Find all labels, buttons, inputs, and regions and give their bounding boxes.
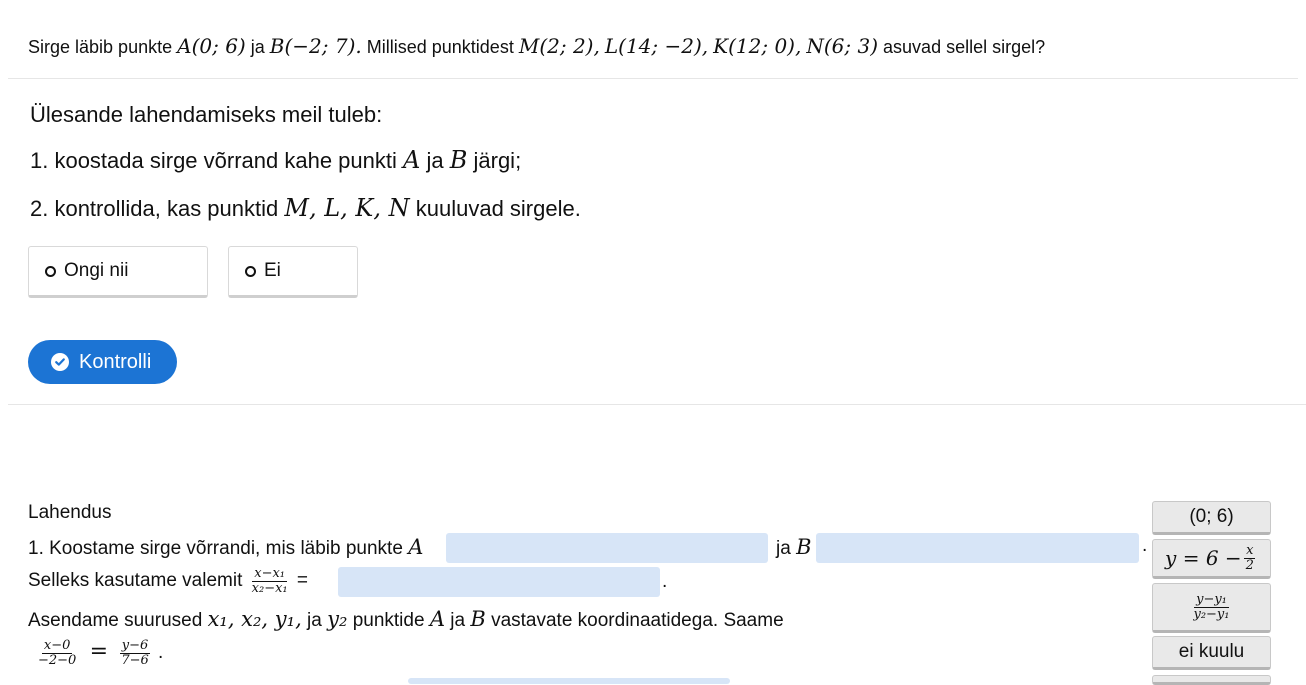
option-ongi-nii[interactable]: Ongi nii <box>28 246 208 298</box>
line3-ja2: ja <box>450 610 466 631</box>
chip-fraction: y−y₁ y₂−y₁ <box>1191 593 1231 621</box>
line3-suffix: vastavate koordinaatidega. Saame <box>491 610 784 631</box>
step1-a: A <box>403 146 421 174</box>
formula-fraction: x−x₁ x₂−x₁ <box>250 567 290 595</box>
solution-line-4: x−0 −2−0 = y−6 7−6 . <box>34 639 163 667</box>
point-n: N(6; 3) <box>806 34 879 58</box>
blank-next[interactable] <box>408 678 730 684</box>
intro-heading: Ülesande lahendamiseks meil tuleb: <box>30 102 383 127</box>
line4-end: . <box>158 642 164 664</box>
line3-middle: punktide <box>352 610 425 631</box>
fraction-denominator: 7−6 <box>121 652 149 668</box>
question-panel: Sirge läbib punkte A(0; 6) ja B(−2; 7). … <box>8 8 1298 79</box>
step2-prefix: 2. kontrollida, kas punktid <box>30 196 279 221</box>
chip-label: y = 6 − <box>1165 546 1242 570</box>
point-m: M(2; 2), <box>518 34 600 58</box>
line2-prefix: Selleks kasutame valemit <box>28 570 243 592</box>
answer-chip-ei-kuulu[interactable]: ei kuulu <box>1152 636 1271 670</box>
fraction-x: x−0 −2−0 <box>36 639 78 667</box>
question-prefix: Sirge läbib punkte <box>28 37 173 57</box>
solution-title: Lahendus <box>28 502 112 523</box>
point-l: L(14; −2), <box>604 34 709 58</box>
line1-ja: ja <box>776 538 791 559</box>
checkmark-icon <box>51 353 69 371</box>
intro-panel: Ülesande lahendamiseks meil tuleb: 1. ko… <box>8 80 1306 405</box>
step1-ja: ja <box>426 148 444 173</box>
line3-a: A <box>429 607 445 631</box>
answer-chip-hidden[interactable] <box>1152 675 1271 685</box>
radio-icon <box>245 265 256 277</box>
question-suffix: asuvad sellel sirgel? <box>883 37 1046 57</box>
option-label: Ongi nii <box>64 260 129 281</box>
fraction-numerator: x−x₁ <box>252 566 288 582</box>
line1-a: A <box>408 535 424 559</box>
radio-icon <box>45 265 56 277</box>
point-b: B(−2; 7). <box>269 34 362 58</box>
step2-points: M, L, K, N <box>284 194 410 222</box>
question-text: Sirge läbib punkte A(0; 6) ja B(−2; 7). … <box>28 34 1045 58</box>
intro-step-1: 1. koostada sirge võrrand kahe punkti A … <box>30 146 521 174</box>
step1-b: B <box>449 146 468 174</box>
answer-chip-point[interactable]: (0; 6) <box>1152 501 1271 535</box>
line2-equals: = <box>296 570 309 592</box>
chip-fraction: x 2 <box>1244 544 1256 572</box>
fraction-numerator: y−y₁ <box>1194 591 1229 608</box>
solution-line-1-mid: ja B <box>776 535 812 560</box>
step1-prefix: 1. koostada sirge võrrand kahe punkti <box>30 148 397 173</box>
blank-point-a[interactable] <box>446 533 768 563</box>
chip-label: ei kuulu <box>1178 641 1245 662</box>
solution-line-3: Asendame suurused x₁, x₂, y₁, ja y₂ punk… <box>28 607 784 632</box>
question-ja: ja <box>250 37 265 57</box>
step1-suffix: järgi; <box>473 148 522 173</box>
line3-ja: ja <box>307 610 322 631</box>
point-a: A(0; 6) <box>177 34 246 58</box>
answer-chip-equation[interactable]: y = 6 − x 2 <box>1152 539 1271 579</box>
chip-label: (0; 6) <box>1189 506 1234 527</box>
line1-end: . <box>1142 535 1148 556</box>
check-button[interactable]: Kontrolli <box>28 340 177 384</box>
line2-end: . <box>662 571 668 592</box>
fraction-denominator: y₂−y₁ <box>1193 606 1230 622</box>
fraction-y: y−6 7−6 <box>119 638 151 668</box>
check-button-label: Kontrolli <box>79 350 152 373</box>
solution-line-1: 1. Koostame sirge võrrandi, mis läbib pu… <box>28 535 423 560</box>
fraction-denominator: −2−0 <box>38 652 77 668</box>
fraction-denominator: x₂−x₁ <box>251 580 288 596</box>
question-middle: Millised punktidest <box>366 37 514 57</box>
blank-formula[interactable] <box>338 567 660 597</box>
solution-line-2: Selleks kasutame valemit x−x₁ x₂−x₁ = <box>28 567 308 595</box>
fraction-numerator: y−6 <box>119 638 151 654</box>
line3-b: B <box>470 607 486 631</box>
line3-prefix: Asendame suurused <box>28 610 203 631</box>
line1-prefix: 1. Koostame sirge võrrandi, mis läbib pu… <box>28 538 403 559</box>
line3-y2: y₂ <box>327 607 348 631</box>
fraction-numerator: x <box>1244 542 1256 559</box>
answer-chip-fraction[interactable]: y−y₁ y₂−y₁ <box>1152 583 1271 633</box>
point-k: K(12; 0), <box>713 34 802 58</box>
solution-panel: Lahendus 1. Koostame sirge võrrandi, mis… <box>8 405 1306 684</box>
option-ei[interactable]: Ei <box>228 246 358 298</box>
option-label: Ei <box>264 260 281 281</box>
line1-b: B <box>796 535 812 559</box>
fraction-denominator: 2 <box>1245 557 1254 573</box>
line3-vars: x₁, x₂, y₁, <box>207 607 302 631</box>
step2-suffix: kuuluvad sirgele. <box>415 196 581 221</box>
intro-step-2: 2. kontrollida, kas punktid M, L, K, N k… <box>30 194 581 222</box>
blank-point-b[interactable] <box>816 533 1139 563</box>
line4-equals: = <box>89 639 109 665</box>
fraction-numerator: x−0 <box>41 638 73 654</box>
